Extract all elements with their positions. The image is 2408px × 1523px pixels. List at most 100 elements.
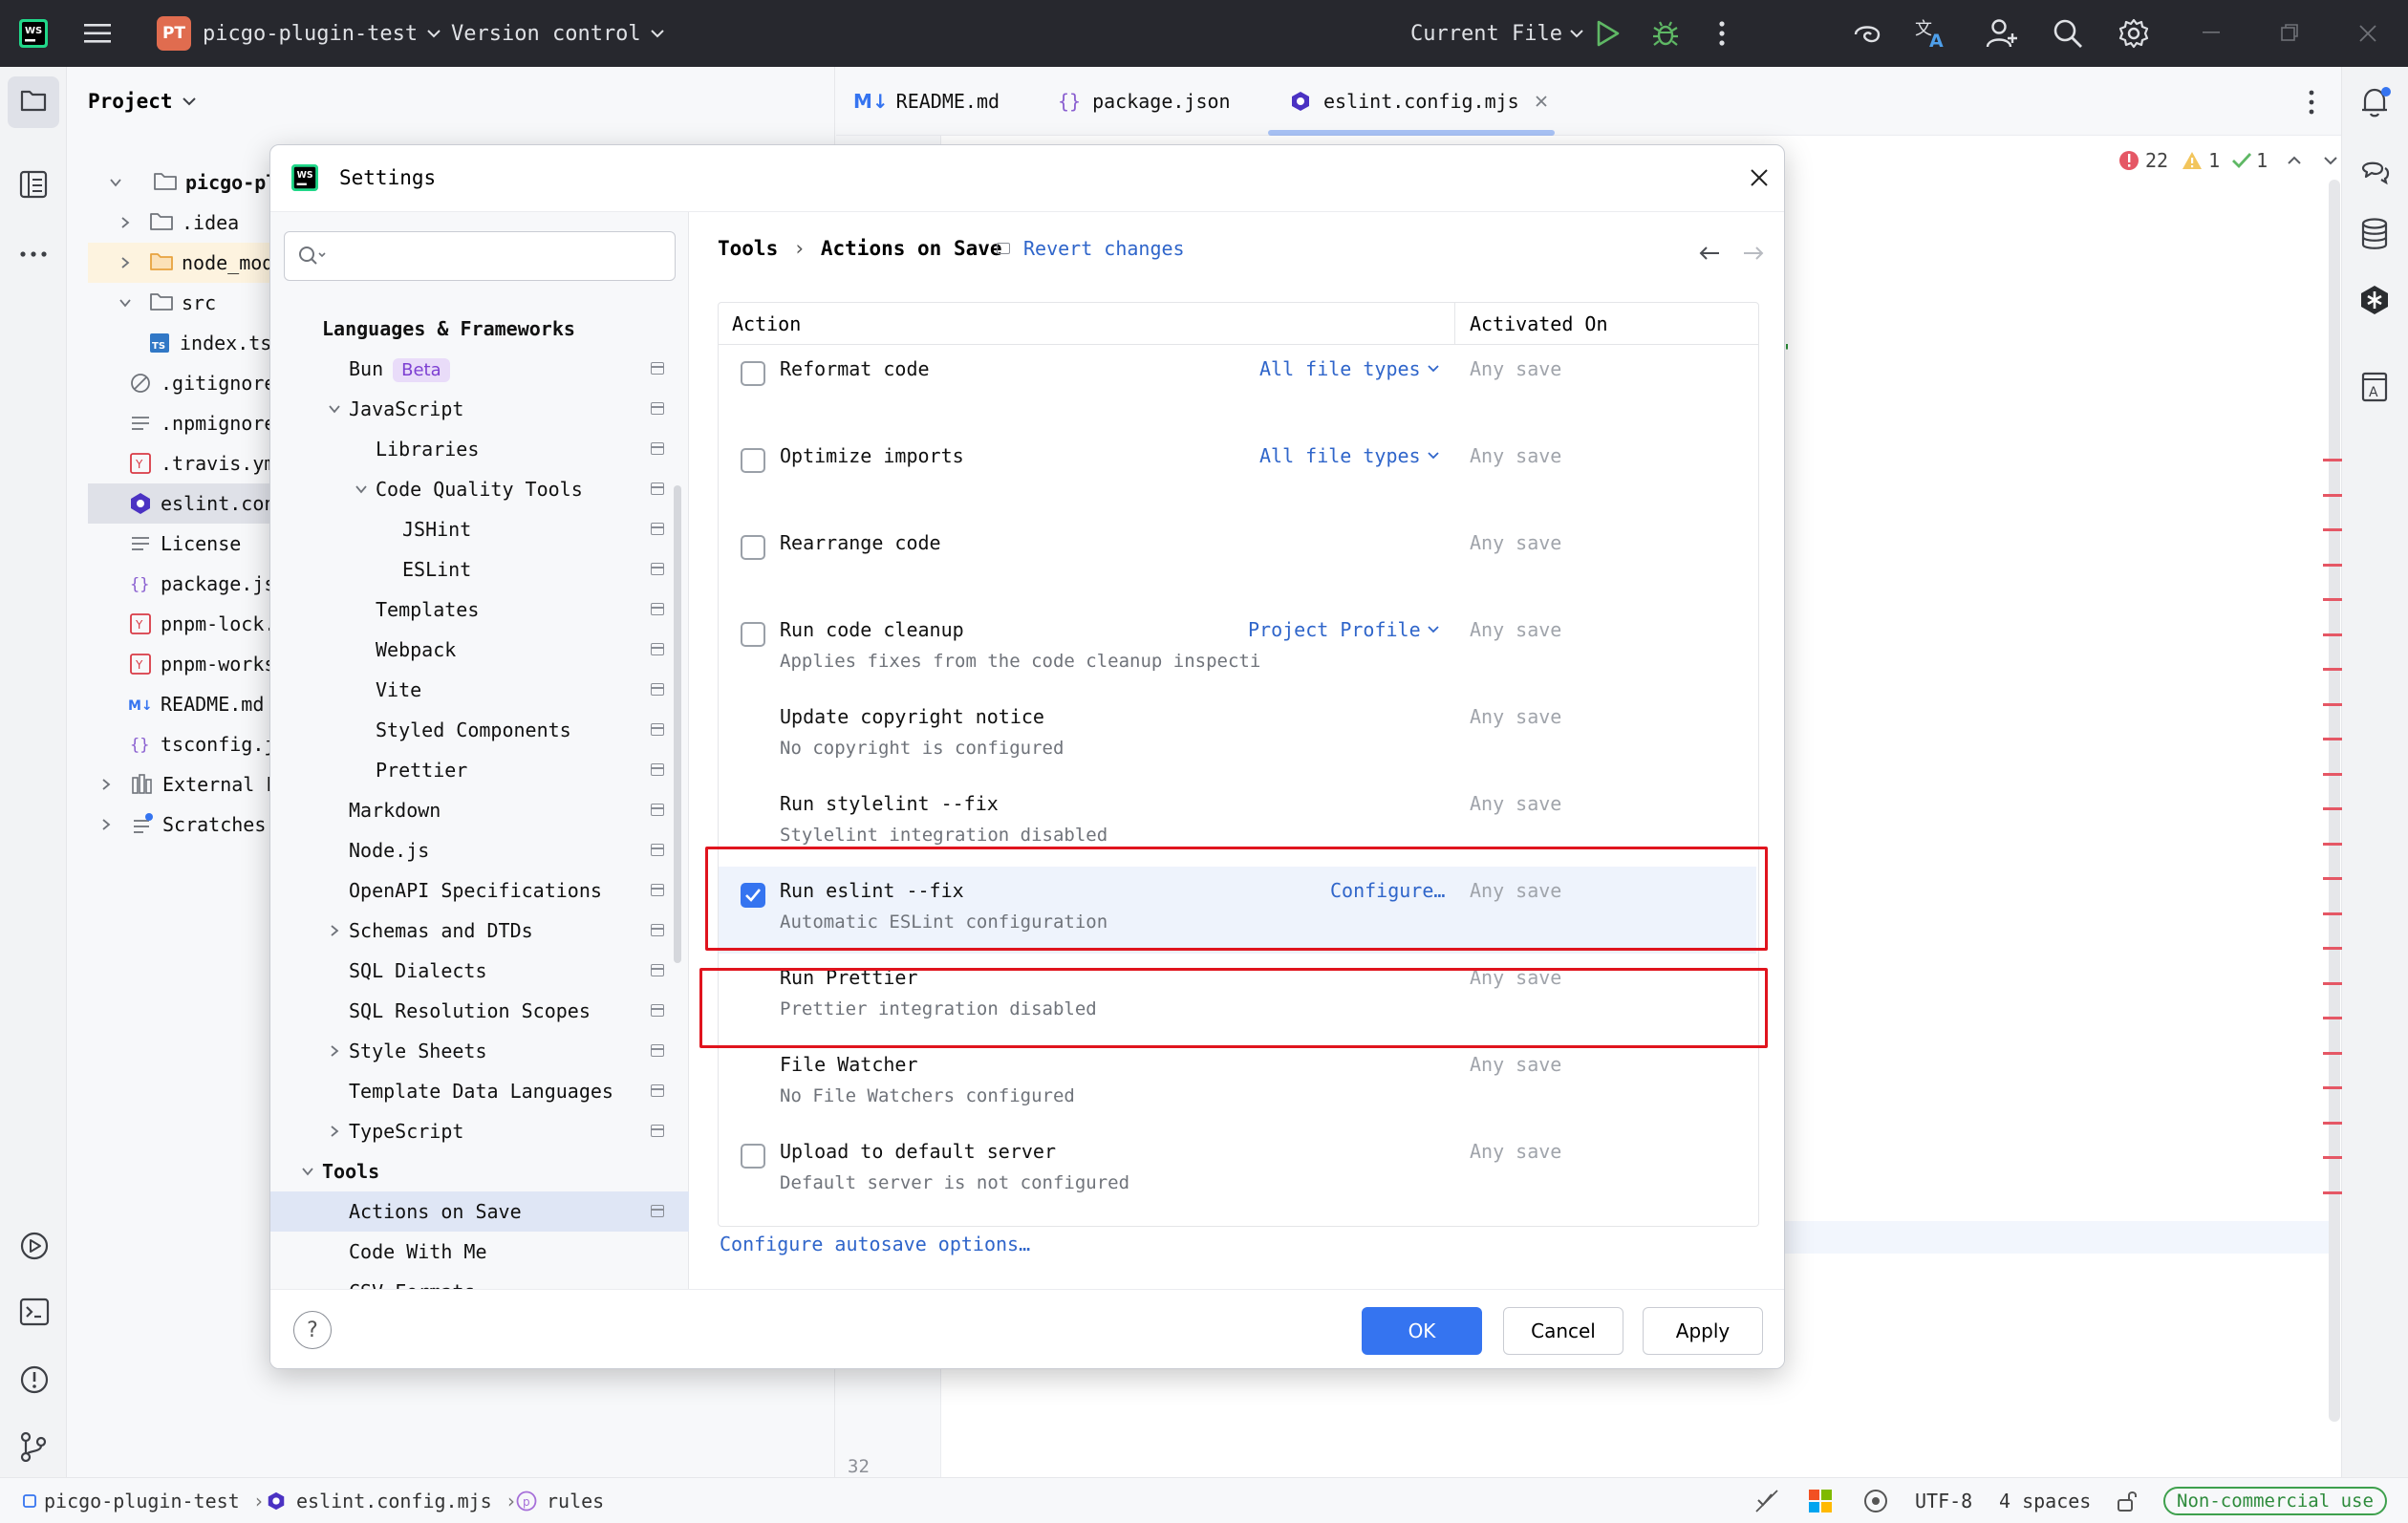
restore-icon[interactable] — [2280, 0, 2299, 67]
action-row[interactable]: Rearrange code Any save — [719, 519, 1756, 606]
error-stripe-mark[interactable] — [2323, 459, 2342, 461]
error-stripe-mark[interactable] — [2323, 598, 2342, 601]
error-stripe-mark[interactable] — [2323, 633, 2342, 636]
close-tab-icon[interactable] — [1535, 95, 1548, 108]
run-config-selector[interactable]: Current File — [1410, 0, 1583, 67]
webstorm-logo[interactable]: WS — [19, 0, 48, 67]
settings-nav-item[interactable]: JavaScript — [270, 389, 689, 429]
nav-scrollbar[interactable] — [674, 485, 681, 963]
documentation-icon[interactable]: A — [2359, 371, 2390, 403]
git-icon[interactable] — [19, 1431, 48, 1462]
settings-nav-item[interactable]: SQL Dialects — [270, 951, 689, 991]
error-stripe-mark[interactable] — [2323, 772, 2342, 776]
error-stripe-mark[interactable] — [2323, 1191, 2342, 1194]
action-row[interactable]: File Watcher No File Watchers configured A… — [719, 1040, 1756, 1127]
configure-autosave-link[interactable]: Configure autosave options… — [720, 1233, 1030, 1255]
close-window-icon[interactable] — [2358, 0, 2377, 67]
settings-gear-icon[interactable] — [2118, 0, 2149, 67]
dialog-close-icon[interactable] — [1750, 168, 1769, 187]
settings-nav-item[interactable]: SQL Resolution Scopes — [270, 991, 689, 1031]
breadcrumb-parent[interactable]: Tools — [718, 237, 778, 260]
chevron-up-icon[interactable] — [2287, 156, 2302, 165]
action-checkbox[interactable] — [741, 622, 765, 647]
tab-package-json[interactable]: {} package.json — [1058, 67, 1231, 136]
action-checkbox[interactable] — [741, 535, 765, 560]
action-scope-dropdown[interactable]: All file types — [1259, 444, 1440, 467]
forward-arrow-icon[interactable] — [1742, 245, 1765, 262]
tab-readme[interactable]: M↓ README.md — [853, 67, 1000, 136]
settings-nav-item[interactable]: Markdown — [270, 790, 689, 830]
statusbar-crumb-symbol[interactable]: p rules — [516, 1478, 604, 1523]
ok-button[interactable]: OK — [1362, 1307, 1482, 1355]
revert-changes-link[interactable]: Revert changes — [997, 237, 1185, 260]
license-badge-wrap[interactable]: Non-commercial use — [2163, 1478, 2387, 1523]
settings-nav-item[interactable]: Schemas and DTDs — [270, 911, 689, 951]
error-stripe-mark[interactable] — [2323, 981, 2342, 985]
action-checkbox[interactable] — [741, 1144, 765, 1169]
project-switcher[interactable]: PT picgo-plugin-test — [157, 0, 441, 67]
settings-nav-item[interactable]: Prettier — [270, 750, 689, 790]
error-stripe-mark[interactable] — [2323, 912, 2342, 915]
statusbar-crumb-project[interactable]: picgo-plugin-test › — [23, 1478, 278, 1523]
settings-nav-item[interactable]: JSHint — [270, 509, 689, 549]
no-inspection-icon[interactable] — [1754, 1478, 1779, 1523]
settings-nav-item[interactable]: Styled Components — [270, 710, 689, 750]
debug-icon[interactable] — [1651, 0, 1680, 67]
error-stripe-mark[interactable] — [2323, 842, 2342, 846]
settings-nav-item[interactable]: Code With Me — [270, 1232, 689, 1272]
problems-icon[interactable] — [19, 1364, 50, 1395]
action-row[interactable]: Upload to default server Default server i… — [719, 1127, 1756, 1214]
project-panel-header[interactable]: Project — [88, 67, 196, 136]
ai-assistant-icon[interactable] — [1852, 0, 1882, 67]
settings-search-input[interactable] — [284, 231, 676, 281]
search-icon[interactable] — [2053, 0, 2083, 67]
copilot-icon[interactable] — [2357, 283, 2392, 317]
error-stripe-mark[interactable] — [2323, 877, 2342, 880]
indent-setting[interactable]: 4 spaces — [1999, 1478, 2091, 1523]
help-icon[interactable]: ? — [293, 1311, 332, 1349]
file-encoding[interactable]: UTF-8 — [1915, 1478, 1972, 1523]
settings-nav-item[interactable]: Bun Beta — [270, 349, 689, 389]
chevron-down-icon[interactable] — [2323, 156, 2338, 165]
ai-chat-icon[interactable] — [2359, 155, 2392, 187]
settings-nav-item[interactable]: Node.js — [270, 830, 689, 870]
error-stripe-mark[interactable] — [2323, 1121, 2342, 1125]
settings-nav-item[interactable]: Languages & Frameworks — [270, 309, 689, 349]
run-icon[interactable] — [1596, 0, 1621, 67]
minimize-icon[interactable] — [2203, 0, 2222, 67]
apply-button[interactable]: Apply — [1643, 1307, 1763, 1355]
action-checkbox[interactable] — [741, 361, 765, 386]
settings-nav-item[interactable]: Libraries — [270, 429, 689, 469]
settings-nav-item[interactable]: TypeScript — [270, 1111, 689, 1151]
error-stripe-mark[interactable] — [2323, 807, 2342, 810]
settings-nav-item[interactable]: Webpack — [270, 630, 689, 670]
editor-scrollbar[interactable] — [2329, 180, 2340, 1422]
more-actions-icon[interactable] — [1718, 0, 1726, 67]
inspection-widget[interactable]: 22 1 1 — [2118, 149, 2338, 172]
tab-options-icon[interactable] — [2308, 90, 2315, 115]
cancel-button[interactable]: Cancel — [1503, 1307, 1623, 1355]
back-arrow-icon[interactable] — [1698, 245, 1721, 262]
terminal-icon[interactable] — [19, 1298, 50, 1326]
main-menu-icon[interactable] — [84, 0, 113, 67]
translate-icon[interactable]: 文A — [1915, 0, 1949, 67]
settings-nav-item[interactable]: Code Quality Tools — [270, 469, 689, 509]
action-row[interactable]: Optimize imports All file types Any save — [719, 432, 1756, 519]
settings-nav-item[interactable]: CSV Formats — [270, 1272, 689, 1289]
action-row[interactable]: Update copyright notice No copyright is c… — [719, 693, 1756, 780]
settings-nav-item[interactable]: Templates — [270, 590, 689, 630]
notifications-icon[interactable] — [2359, 86, 2392, 118]
more-tools-icon[interactable] — [19, 250, 48, 258]
tab-eslint-config[interactable]: eslint.config.mjs — [1289, 67, 1548, 136]
action-row[interactable]: Run code cleanup Applies fixes from the c… — [719, 606, 1756, 693]
statusbar-crumb-file[interactable]: eslint.config.mjs › — [266, 1478, 530, 1523]
action-row[interactable]: Reformat code All file types Any save — [719, 345, 1756, 432]
error-stripe-mark[interactable] — [2323, 1051, 2342, 1055]
error-stripe-mark[interactable] — [2323, 702, 2342, 706]
settings-nav-item[interactable]: OpenAPI Specifications — [270, 870, 689, 911]
error-stripe-mark[interactable] — [2323, 738, 2342, 740]
ai-status-icon[interactable] — [1863, 1478, 1888, 1523]
vcs-menu[interactable]: Version control — [451, 0, 664, 67]
action-scope-dropdown[interactable]: Project Profile — [1248, 618, 1440, 641]
action-scope-dropdown[interactable]: All file types — [1259, 357, 1440, 380]
